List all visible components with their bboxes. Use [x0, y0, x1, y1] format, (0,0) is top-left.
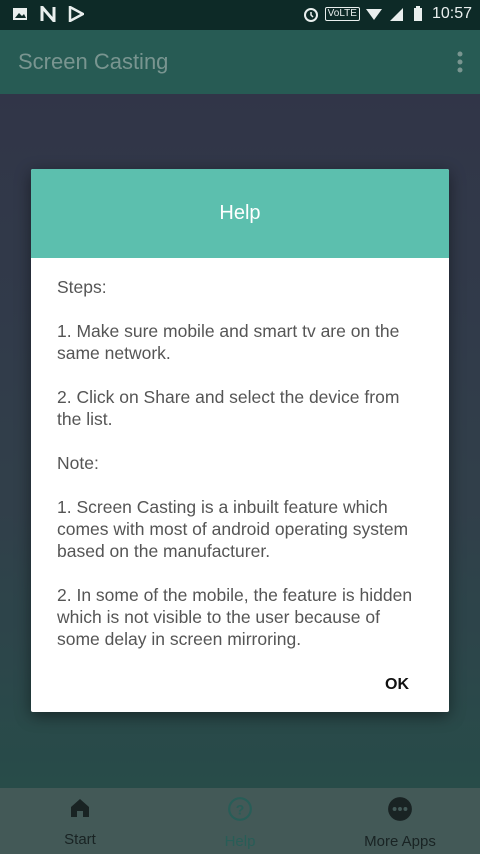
note-1-text: 1. Screen Casting is a inbuilt feature w… — [57, 497, 409, 561]
step-1-text: 1. Make sure mobile and smart tv are on … — [57, 321, 400, 363]
help-dialog: Help Steps: 1. Make sure mobile and smar… — [31, 169, 449, 712]
image-icon — [13, 8, 27, 20]
signal-icon — [389, 8, 403, 21]
n-notification-icon — [40, 6, 56, 22]
dialog-title: Help — [219, 202, 261, 224]
ok-button[interactable]: OK — [385, 676, 409, 694]
step-2-text: 2. Click on Share and select the device … — [57, 387, 400, 429]
dialog-body: Steps: 1. Make sure mobile and smart tv … — [31, 258, 449, 650]
steps-heading: Steps: — [57, 277, 107, 297]
dialog-header: Help — [31, 169, 449, 258]
alarm-icon — [303, 8, 318, 22]
status-time: 10:57 — [431, 5, 472, 22]
play-store-icon — [68, 6, 84, 22]
battery-icon — [413, 6, 422, 21]
wifi-icon — [365, 9, 382, 20]
note-heading: Note: — [57, 453, 99, 473]
volte-icon: VoLTE — [324, 7, 360, 21]
status-bar: VoLTE 10:57 — [0, 0, 480, 30]
note-2-text: 2. In some of the mobile, the feature is… — [57, 585, 413, 649]
